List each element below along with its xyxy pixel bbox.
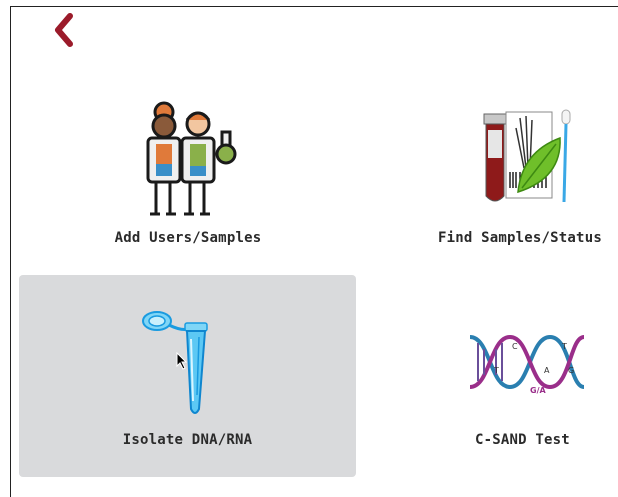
dna-letter: T xyxy=(493,366,499,375)
tile-label: C-SAND Test xyxy=(475,432,570,448)
dna-letter: G/A xyxy=(530,386,546,395)
back-button[interactable] xyxy=(50,12,80,48)
mouse-cursor-icon xyxy=(176,352,188,370)
tile-c-sand-test[interactable]: C T T A G G/A C-SAND Test xyxy=(356,275,618,477)
dna-letter: T xyxy=(561,342,567,351)
tile-isolate-dna-rna[interactable]: Isolate DNA/RNA xyxy=(19,275,356,477)
tile-find-samples-status[interactable]: Find Samples/Status xyxy=(356,90,618,260)
dna-letter: C xyxy=(512,342,518,351)
tile-add-users-samples[interactable]: Add Users/Samples xyxy=(20,90,356,260)
dna-letter: G xyxy=(568,366,574,375)
dna-letter: A xyxy=(544,366,550,375)
tile-label: Find Samples/Status xyxy=(438,230,602,246)
dna-helix-icon: C T T A G G/A xyxy=(469,334,585,395)
tile-label: Isolate DNA/RNA xyxy=(122,432,253,448)
tile-label: Add Users/Samples xyxy=(114,230,262,246)
scientists-icon xyxy=(146,101,237,216)
sample-tube-leaf-icon xyxy=(483,109,571,203)
chevron-left-icon xyxy=(55,13,73,47)
